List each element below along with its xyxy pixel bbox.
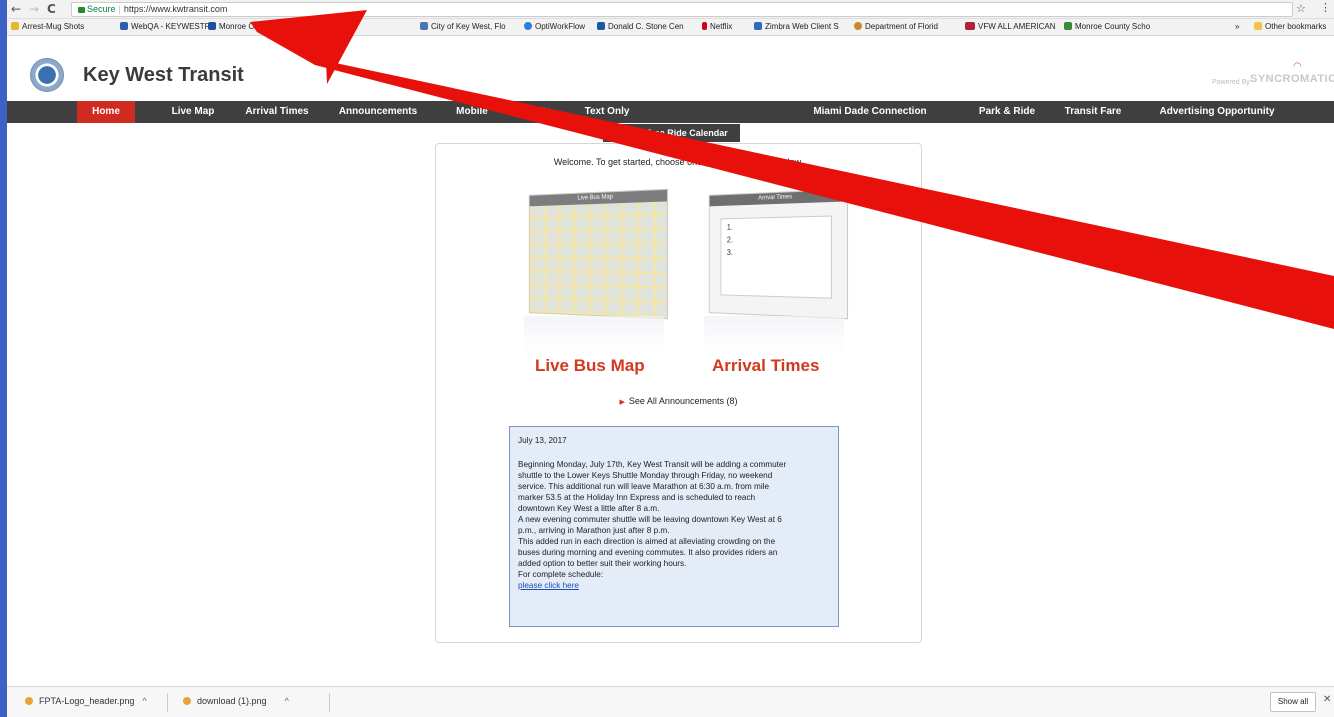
triangle-right-icon: ▶ (619, 399, 625, 406)
bookmark-item[interactable]: Zimbra Web Client S (754, 22, 839, 32)
nav-advertising[interactable]: Advertising Opportunity (1147, 101, 1287, 123)
announcement-line: marker 53.5 at the Holiday Inn Express a… (518, 493, 756, 502)
nav-alerts[interactable]: Alerts (515, 101, 559, 123)
bookmark-favicon-icon (524, 22, 532, 30)
site-title[interactable]: Key West Transit (83, 64, 244, 87)
url-text: https://www.kwtransit.com (123, 4, 228, 14)
divider (329, 693, 330, 712)
bookmark-item[interactable]: OptiWorkFlow (524, 22, 585, 32)
live-bus-map-link[interactable]: Live Bus Map (535, 356, 645, 376)
download-bar: FPTA-Logo_header.png ^ download (1).png ^ … (7, 686, 1334, 717)
bookmark-item[interactable]: Monroe County Scho (1064, 22, 1150, 32)
nav-home[interactable]: Home (77, 101, 135, 123)
bookmark-item[interactable]: WebQA - KEYWESTFL (120, 22, 214, 32)
content-card: Welcome. To get started, choose one of t… (435, 143, 922, 643)
address-bar-row: ← → C Secure | https://www.kwtransit.com ☆… (7, 0, 1334, 19)
arrival-form-preview: 1. 2. 3. (720, 215, 832, 299)
announcement-line: Beginning Monday, July 17th, Key West Tr… (518, 460, 787, 469)
nav-park-ride[interactable]: Park & Ride (972, 101, 1042, 123)
bookmarks-bar: Arrest-Mug Shots WebQA - KEYWESTFL Monro… (7, 19, 1334, 36)
thumbnail-title: Arrival Times (709, 189, 847, 207)
announcement-date: July 13, 2017 (518, 436, 567, 445)
live-bus-map-thumbnail[interactable]: Live Bus Map (528, 188, 669, 320)
welcome-text: Welcome. To get started, choose one of t… (553, 157, 804, 167)
nav-senior-free-ride[interactable]: Senior Free Ride Calendar (603, 124, 740, 142)
bookmark-favicon-icon (854, 22, 862, 30)
chevron-up-icon[interactable]: ^ (142, 696, 146, 706)
bookmark-item[interactable]: Donald C. Stone Cen (597, 22, 684, 32)
bookmark-item[interactable]: City of Key West, Flo (420, 22, 506, 32)
nav-mobile[interactable]: Mobile (447, 101, 497, 123)
bookmark-favicon-icon (420, 22, 428, 30)
announcement-line: shuttle to the Lower Keys Shuttle Monday… (518, 471, 773, 480)
transit-logo[interactable] (30, 58, 64, 92)
lock-icon (78, 7, 85, 13)
bookmark-item[interactable]: Arrest-Mug Shots (11, 22, 84, 32)
folder-icon (1254, 22, 1262, 30)
nav-arrival-times[interactable]: Arrival Times (237, 101, 317, 123)
bookmark-favicon-icon (208, 22, 216, 30)
browser-menu-icon[interactable]: ⋮ (1320, 1, 1331, 14)
bookmark-item[interactable]: Netflix (702, 22, 732, 32)
nav-live-map[interactable]: Live Map (163, 101, 223, 123)
netflix-icon (702, 22, 707, 30)
image-file-icon (25, 697, 33, 705)
announcement-line: This added run in each direction is aime… (518, 537, 776, 546)
announcement-line: service. This additional run will leave … (518, 482, 770, 491)
announcement-line: added option to better suit their workin… (518, 559, 687, 568)
back-icon[interactable]: ← (11, 2, 21, 16)
star-icon (11, 22, 19, 30)
close-icon[interactable]: ✕ (1323, 694, 1331, 705)
show-all-button[interactable]: Show all (1270, 692, 1316, 712)
map-preview (529, 201, 667, 319)
nav-transit-fare[interactable]: Transit Fare (1058, 101, 1128, 123)
browser-window: ← → C Secure | https://www.kwtransit.com ☆… (7, 0, 1334, 717)
nav-text-only[interactable]: Text Only (577, 101, 637, 123)
main-nav: Home Live Map Arrival Times Announcement… (7, 101, 1334, 139)
announcement-line: p.m., arriving in Marathon just after 8 … (518, 526, 670, 535)
syncromatics-logo[interactable]: SYNCROMATICS (1250, 73, 1334, 85)
bookmark-item[interactable]: Department of Florid (854, 22, 938, 32)
announcement-box: July 13, 2017 Beginning Monday, July 17t… (509, 426, 839, 627)
divider (167, 693, 168, 712)
nav-announcements[interactable]: Announcements (333, 101, 423, 123)
thumbnail-reflection (704, 316, 844, 356)
bookmark-star-icon[interactable]: ☆ (1296, 2, 1306, 15)
bookmark-favicon-icon (597, 22, 605, 30)
bookmark-item[interactable]: Monroe County Pr (208, 22, 284, 32)
thumbnail-reflection (524, 316, 664, 356)
schedule-link[interactable]: please click here (518, 580, 830, 591)
arrival-times-thumbnail[interactable]: Arrival Times 1. 2. 3. (708, 188, 849, 320)
other-bookmarks[interactable]: Other bookmarks (1254, 22, 1326, 32)
bookmarks-overflow[interactable]: » (1235, 22, 1239, 32)
bookmark-favicon-icon (1064, 22, 1072, 30)
bookmark-favicon-icon (120, 22, 128, 30)
arrival-times-link[interactable]: Arrival Times (712, 356, 819, 376)
download-item[interactable]: FPTA-Logo_header.png ^ (25, 695, 147, 707)
chevron-up-icon[interactable]: ^ (285, 696, 289, 706)
wifi-icon: ◠ (1293, 61, 1302, 72)
nav-miami-dade[interactable]: Miami Dade Connection Information (785, 101, 955, 139)
download-item[interactable]: download (1).png ^ (183, 695, 289, 707)
see-all-announcements-link[interactable]: ▶ See All Announcements (8) (436, 396, 921, 406)
forward-icon[interactable]: → (29, 2, 39, 16)
flag-icon (965, 22, 975, 30)
powered-by-label: Powered By (1212, 79, 1250, 86)
image-file-icon (183, 697, 191, 705)
reload-icon[interactable]: C (47, 2, 56, 16)
bookmark-favicon-icon (754, 22, 762, 30)
url-field[interactable]: Secure | https://www.kwtransit.com (71, 2, 1293, 17)
secure-label: Secure (87, 4, 116, 14)
bookmark-item[interactable]: VFW ALL AMERICAN (965, 22, 1056, 32)
announcement-line: A new evening commuter shuttle will be l… (518, 515, 782, 524)
announcement-line: For complete schedule: (518, 570, 604, 579)
announcement-line: downtown Key West a little after 8 a.m. (518, 504, 660, 513)
announcement-line: buses during morning and evening commute… (518, 548, 778, 557)
